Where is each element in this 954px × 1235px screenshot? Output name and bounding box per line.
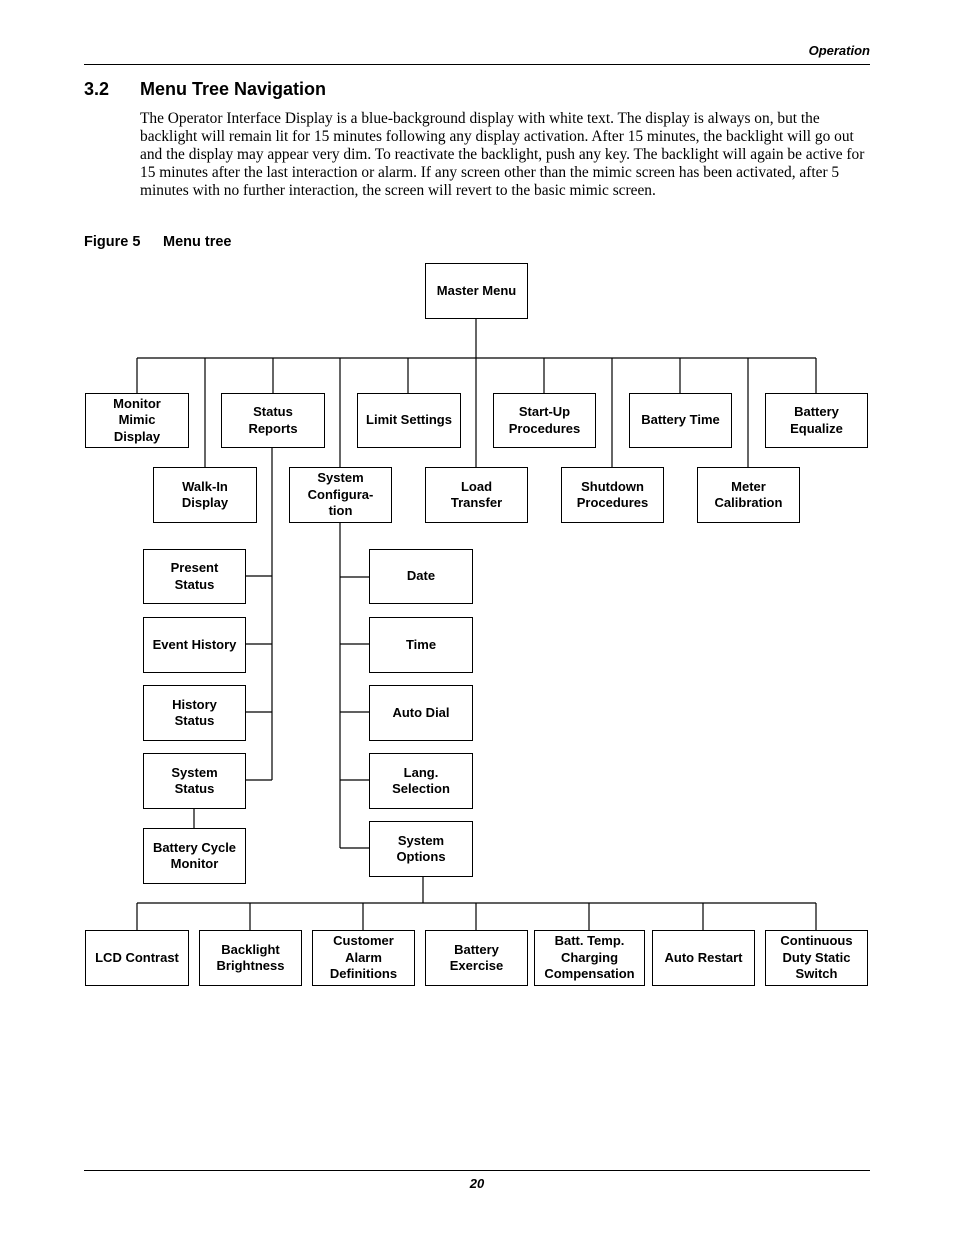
- node-auto-restart: Auto Restart: [652, 930, 755, 986]
- node-system-status: System Status: [143, 753, 246, 809]
- node-system-configuration: System Configura- tion: [289, 467, 392, 523]
- node-event-history: Event History: [143, 617, 246, 673]
- node-backlight-brightness: Backlight Brightness: [199, 930, 302, 986]
- node-lcd-contrast: LCD Contrast: [85, 930, 189, 986]
- node-limit-settings: Limit Settings: [357, 393, 461, 448]
- page-number: 20: [469, 1176, 485, 1191]
- node-time: Time: [369, 617, 473, 673]
- node-customer-alarm-definitions: Customer Alarm Definitions: [312, 930, 415, 986]
- node-date: Date: [369, 549, 473, 604]
- node-continuous-duty-static-switch: Continuous Duty Static Switch: [765, 930, 868, 986]
- node-system-options: System Options: [369, 821, 473, 877]
- footer-rule: [84, 1170, 870, 1171]
- node-monitor-mimic-display: Monitor Mimic Display: [85, 393, 189, 448]
- node-history-status: History Status: [143, 685, 246, 741]
- node-start-up-procedures: Start-Up Procedures: [493, 393, 596, 448]
- node-present-status: Present Status: [143, 549, 246, 604]
- node-lang-selection: Lang. Selection: [369, 753, 473, 809]
- node-shutdown-procedures: Shutdown Procedures: [561, 467, 664, 523]
- node-load-transfer: Load Transfer: [425, 467, 528, 523]
- node-battery-cycle-monitor: Battery Cycle Monitor: [143, 828, 246, 884]
- node-auto-dial: Auto Dial: [369, 685, 473, 741]
- node-status-reports: Status Reports: [221, 393, 325, 448]
- node-master-menu: Master Menu: [425, 263, 528, 319]
- node-meter-calibration: Meter Calibration: [697, 467, 800, 523]
- node-batt-temp-charging-compensation: Batt. Temp. Charging Compensation: [534, 930, 645, 986]
- node-walk-in-display: Walk-In Display: [153, 467, 257, 523]
- node-battery-exercise: Battery Exercise: [425, 930, 528, 986]
- node-battery-equalize: Battery Equalize: [765, 393, 868, 448]
- node-battery-time: Battery Time: [629, 393, 732, 448]
